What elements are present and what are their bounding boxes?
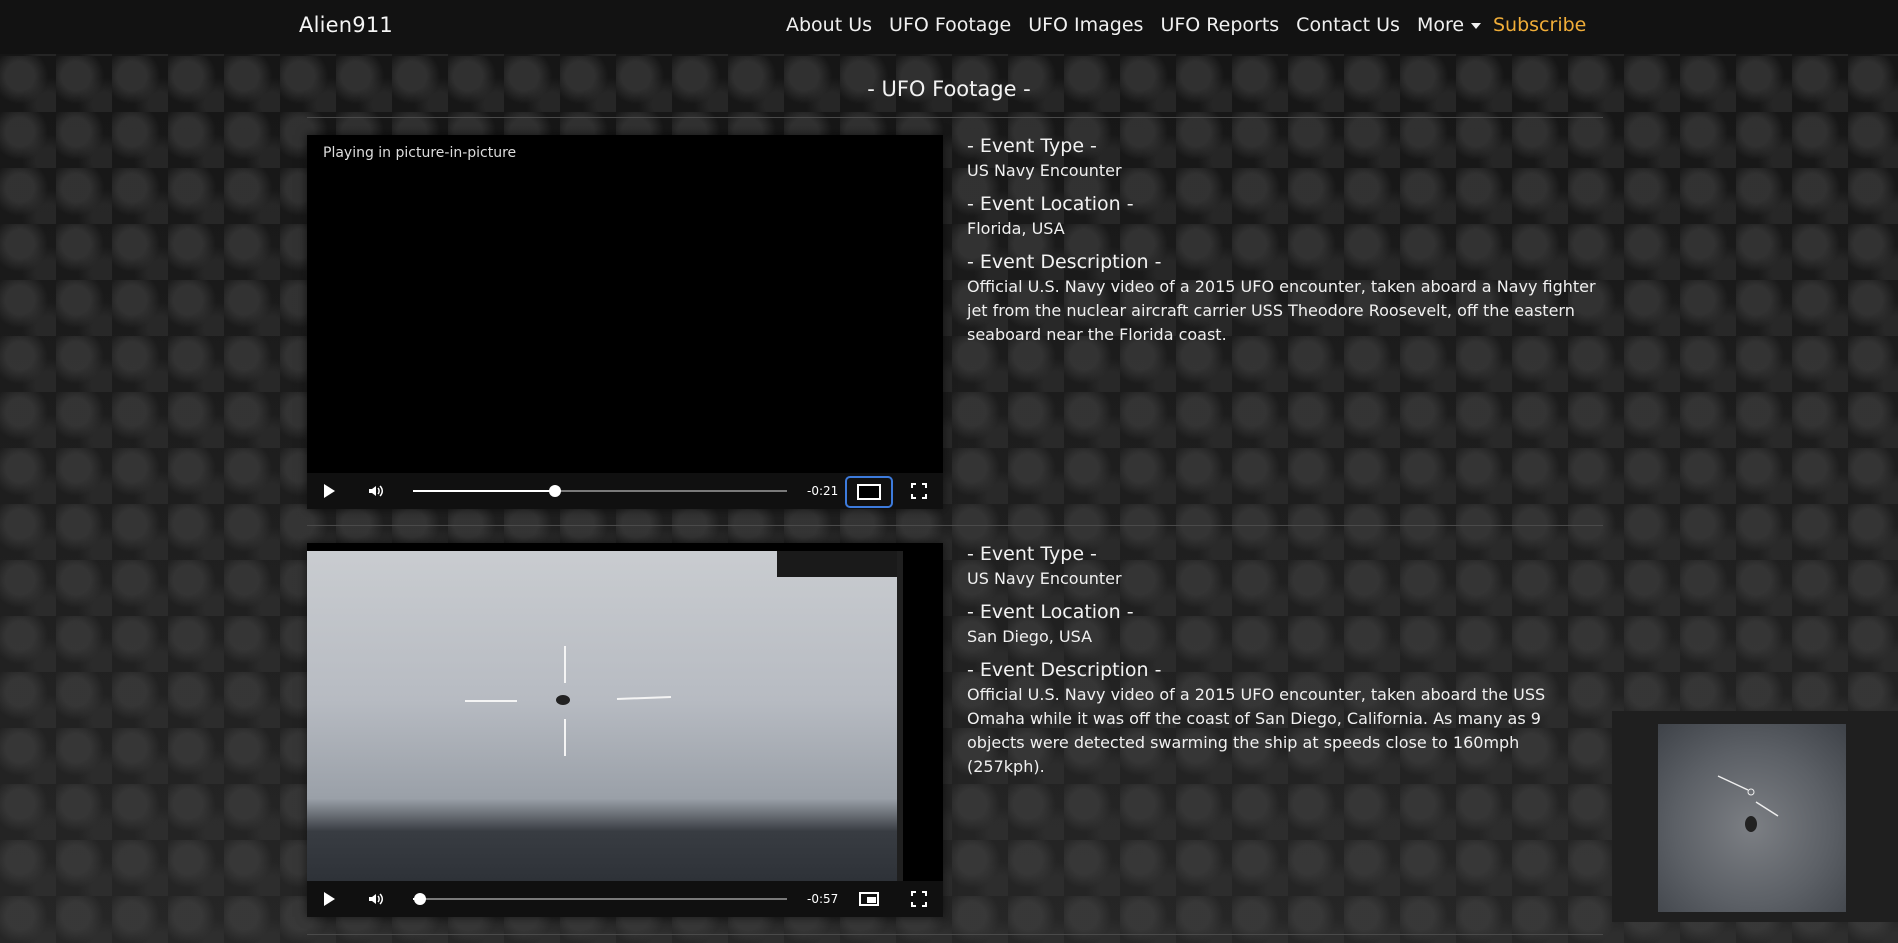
event-location: San Diego, USA [967,627,1093,646]
pip-window[interactable] [1612,711,1898,922]
seek-progress [413,490,556,492]
nav-ufo-images[interactable]: UFO Images [1028,14,1143,36]
event-description-heading: - Event Description - [967,251,1162,273]
nav-ufo-footage[interactable]: UFO Footage [889,14,1011,36]
fullscreen-icon[interactable] [911,483,927,499]
seek-handle[interactable] [414,893,427,905]
subscribe-link[interactable]: Subscribe [1493,14,1586,36]
video-player-2[interactable]: -0:57 [307,543,943,917]
pip-icon[interactable] [859,892,879,906]
nav-contact-us[interactable]: Contact Us [1296,14,1400,36]
divider [307,117,1603,118]
time-remaining: -0:21 [807,484,839,498]
pip-crosshair-graphic [1717,775,1779,832]
event-location-heading: - Event Location - [967,193,1134,215]
event-type-heading: - Event Type - [967,543,1097,565]
brand-logo[interactable]: Alien911 [299,13,393,37]
event-description: Official U.S. Navy video of a 2015 UFO e… [967,685,1546,776]
seek-slider[interactable] [413,485,787,497]
volume-icon[interactable] [367,890,385,908]
pip-video [1658,724,1846,912]
volume-icon[interactable] [367,482,385,500]
fullscreen-icon[interactable] [911,891,927,907]
video-controls: -0:57 [307,881,943,917]
pip-inner-square [867,897,876,903]
seek-slider[interactable] [413,893,787,905]
nav-more-dropdown[interactable]: More [1416,14,1482,36]
seek-handle[interactable] [549,485,562,497]
caret-down-icon [1471,22,1482,29]
play-icon[interactable] [324,892,335,906]
picture-in-picture-button[interactable] [845,476,893,508]
video-controls: -0:21 [307,473,943,509]
divider [307,934,1603,935]
event-type: US Navy Encounter [967,161,1122,180]
video-player-1[interactable]: Playing in picture-in-picture -0:21 [307,135,943,509]
event-info-2: - Event Type - US Navy Encounter - Event… [967,541,1602,787]
pip-icon [857,484,881,500]
time-remaining: -0:57 [807,892,839,906]
nav-links: About Us UFO Footage UFO Images UFO Repo… [786,14,1482,36]
play-icon[interactable] [324,484,335,498]
crosshair-graphic [465,551,903,881]
nav-about-us[interactable]: About Us [786,14,872,36]
event-location: Florida, USA [967,219,1065,238]
nav-ufo-reports[interactable]: UFO Reports [1160,14,1279,36]
event-type-heading: - Event Type - [967,135,1097,157]
event-type: US Navy Encounter [967,569,1122,588]
event-description: Official U.S. Navy video of a 2015 UFO e… [967,277,1596,344]
divider [307,525,1603,526]
top-navbar: Alien911 About Us UFO Footage UFO Images… [0,0,1898,54]
page-title: - UFO Footage - [867,77,1031,101]
video-frame [307,551,903,881]
event-description-heading: - Event Description - [967,659,1162,681]
event-info-1: - Event Type - US Navy Encounter - Event… [967,133,1602,355]
event-location-heading: - Event Location - [967,601,1134,623]
nav-more-label: More [1416,14,1465,36]
pip-status-text: Playing in picture-in-picture [323,145,517,161]
